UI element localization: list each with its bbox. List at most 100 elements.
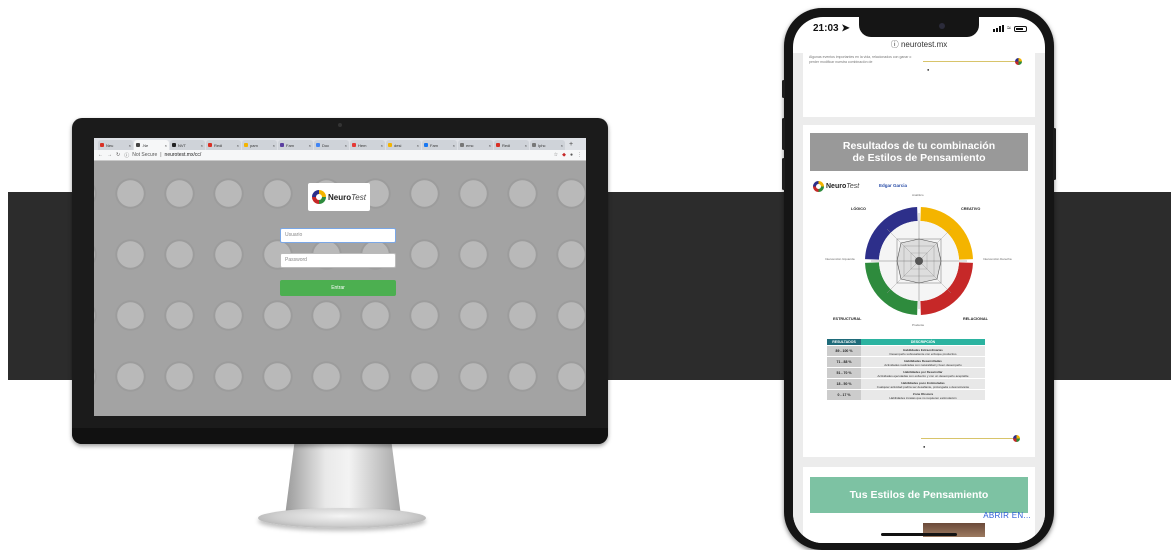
answer-slider-track[interactable]: [923, 61, 1015, 62]
result-slider-track[interactable]: [921, 438, 1013, 439]
tab-close-icon[interactable]: ×: [129, 143, 131, 148]
security-label: Not Secure: [132, 152, 158, 158]
password-input[interactable]: Password: [280, 253, 396, 268]
tab-close-icon[interactable]: ×: [201, 143, 203, 148]
tab-close-icon[interactable]: ×: [345, 143, 347, 148]
tab-label: pam: [250, 142, 258, 148]
browser-tab[interactable]: NVT ×: [170, 140, 205, 150]
browser-tab[interactable]: Iphc ×: [530, 140, 565, 150]
browser-tab[interactable]: Doc ×: [314, 140, 349, 150]
user-name: Edgar Garcia: [879, 183, 908, 188]
tab-close-icon[interactable]: ×: [309, 143, 311, 148]
tab-label: emc: [466, 142, 474, 148]
location-arrow-icon: ➤: [841, 23, 850, 34]
browser-tab[interactable]: Hem ×: [350, 140, 385, 150]
result-detail: Actividades ejecutadas con esfuerzo y co…: [877, 374, 969, 378]
browser-tab[interactable]: Fam ×: [278, 140, 313, 150]
monitor-stand-foot: [258, 508, 426, 528]
table-header-row: RESULTADOS DESCRIPCIÓN: [827, 339, 985, 346]
result-slider-knob[interactable]: [1013, 435, 1020, 442]
tab-favicon-icon: [388, 143, 392, 147]
open-in-link[interactable]: ABRIR EN...: [983, 511, 1031, 520]
tab-close-icon[interactable]: ×: [381, 143, 383, 148]
table-row: 0 - 17 % Zona Obscura Habilidades innatas …: [827, 390, 985, 401]
side-label-bottom: Prudente: [912, 323, 925, 327]
table-row: 89 - 100 % Habilidades Extraordinarias Des…: [827, 346, 985, 357]
tab-close-icon[interactable]: ×: [453, 143, 455, 148]
promo-stage: Neu × .Ne × NVT × Redi × pam × Fam × Doc × Hem …: [0, 0, 1171, 550]
table-row: 18 - 50 % Habilidades poco Estimuladas Cua…: [827, 379, 985, 390]
tab-label: Iphc: [538, 142, 546, 148]
tab-close-icon[interactable]: ×: [561, 143, 563, 148]
result-range: 89 - 100 %: [827, 346, 861, 356]
quadrant-label-structural: ESTRUCTURAL: [833, 317, 862, 321]
tab-label: Neu: [106, 142, 114, 148]
tab-favicon-icon: [136, 143, 140, 147]
enter-button[interactable]: Entrar: [280, 280, 396, 296]
url-field[interactable]: ⓘ Not Secure | neurotest.mx/cc/: [124, 152, 549, 159]
side-label-left: Intervención Izquierda: [825, 257, 855, 261]
tab-close-icon[interactable]: ×: [525, 143, 527, 148]
wifi-icon: ≈: [1007, 25, 1011, 32]
result-detail: Actividades realizadas con naturalidad y…: [884, 363, 962, 367]
tab-close-icon[interactable]: ×: [237, 143, 239, 148]
table-row: 71 - 88 % Habilidades Desarrolladas Activi…: [827, 357, 985, 368]
profile-icon[interactable]: ●: [570, 152, 573, 158]
browser-tab[interactable]: .Ne ×: [134, 140, 169, 150]
login-page: NeuroTest Usuario Password Entrar: [94, 161, 586, 416]
browser-tab[interactable]: pam ×: [242, 140, 277, 150]
new-tab-button[interactable]: +: [566, 140, 576, 150]
power-button: [1053, 128, 1056, 180]
tab-favicon-icon: [352, 143, 356, 147]
lock-icon: ⓘ: [890, 40, 899, 49]
tab-close-icon[interactable]: ×: [417, 143, 419, 148]
tab-favicon-icon: [532, 143, 536, 147]
home-indicator[interactable]: [881, 533, 957, 536]
browser-tab[interactable]: Neu ×: [98, 140, 133, 150]
neurotest-logo: NeuroTest: [308, 183, 370, 211]
phone-url[interactable]: neurotest.mx: [901, 40, 947, 49]
tab-label: Doc: [322, 142, 330, 148]
browser-tab[interactable]: Redi ×: [494, 140, 529, 150]
result-range: 0 - 17 %: [827, 390, 861, 400]
phone-page-content: Algunas eventos importantes en la vida, …: [793, 51, 1045, 543]
browser-tab[interactable]: emc ×: [458, 140, 493, 150]
forward-arrow-icon[interactable]: →: [107, 152, 112, 158]
thinking-styles-wheel: LÓGICO CREATIVO ESTRUCTURAL RELACIONAL A…: [811, 191, 1027, 329]
info-icon[interactable]: ⓘ: [124, 152, 129, 159]
browser-tab[interactable]: Redi ×: [206, 140, 241, 150]
results-title-line1: Resultados de tu combinación: [842, 140, 996, 152]
url-separator: |: [160, 152, 162, 158]
menu-dots-icon[interactable]: ⋮: [577, 152, 582, 158]
tab-close-icon[interactable]: ×: [273, 143, 275, 148]
browser-tab-bar: Neu × .Ne × NVT × Redi × pam × Fam × Doc × Hem …: [94, 138, 586, 150]
tab-favicon-icon: [280, 143, 284, 147]
results-title-line2: de Estilos de Pensamiento: [852, 152, 986, 164]
monitor-screen: Neu × .Ne × NVT × Redi × pam × Fam × Doc × Hem …: [94, 138, 586, 416]
result-range: 71 - 88 %: [827, 357, 861, 367]
result-description: Zona Obscura Habilidades innatas que no r…: [861, 390, 985, 400]
browser-tab[interactable]: Fam ×: [422, 140, 457, 150]
desktop-monitor: Neu × .Ne × NVT × Redi × pam × Fam × Doc × Hem …: [72, 118, 608, 444]
slider-min-marker: ●: [923, 444, 926, 449]
tab-favicon-icon: [244, 143, 248, 147]
shield-icon[interactable]: ◆: [562, 152, 566, 158]
username-input[interactable]: Usuario: [280, 228, 396, 243]
back-arrow-icon[interactable]: ←: [98, 152, 103, 158]
mute-switch: [782, 80, 785, 98]
tab-favicon-icon: [460, 143, 464, 147]
logo-brand: Neuro: [328, 192, 352, 202]
reload-icon[interactable]: ↻: [116, 152, 120, 158]
star-icon[interactable]: ☆: [554, 152, 558, 158]
tab-favicon-icon: [100, 143, 104, 147]
url-text: neurotest.mx/cc/: [164, 152, 202, 158]
browser-tab[interactable]: desi ×: [386, 140, 421, 150]
tab-close-icon[interactable]: ×: [489, 143, 491, 148]
tab-label: Redi: [502, 142, 511, 148]
answer-slider-knob[interactable]: [1015, 58, 1022, 65]
tab-close-icon[interactable]: ×: [165, 143, 167, 148]
result-description: Habilidades Extraordinarias Desempeño sob…: [861, 346, 985, 356]
result-description: Habilidades poco Estimuladas Cualquier ac…: [861, 379, 985, 389]
logo-brand: Neuro: [826, 183, 847, 190]
logo-brand-suffix: Test: [351, 192, 366, 202]
